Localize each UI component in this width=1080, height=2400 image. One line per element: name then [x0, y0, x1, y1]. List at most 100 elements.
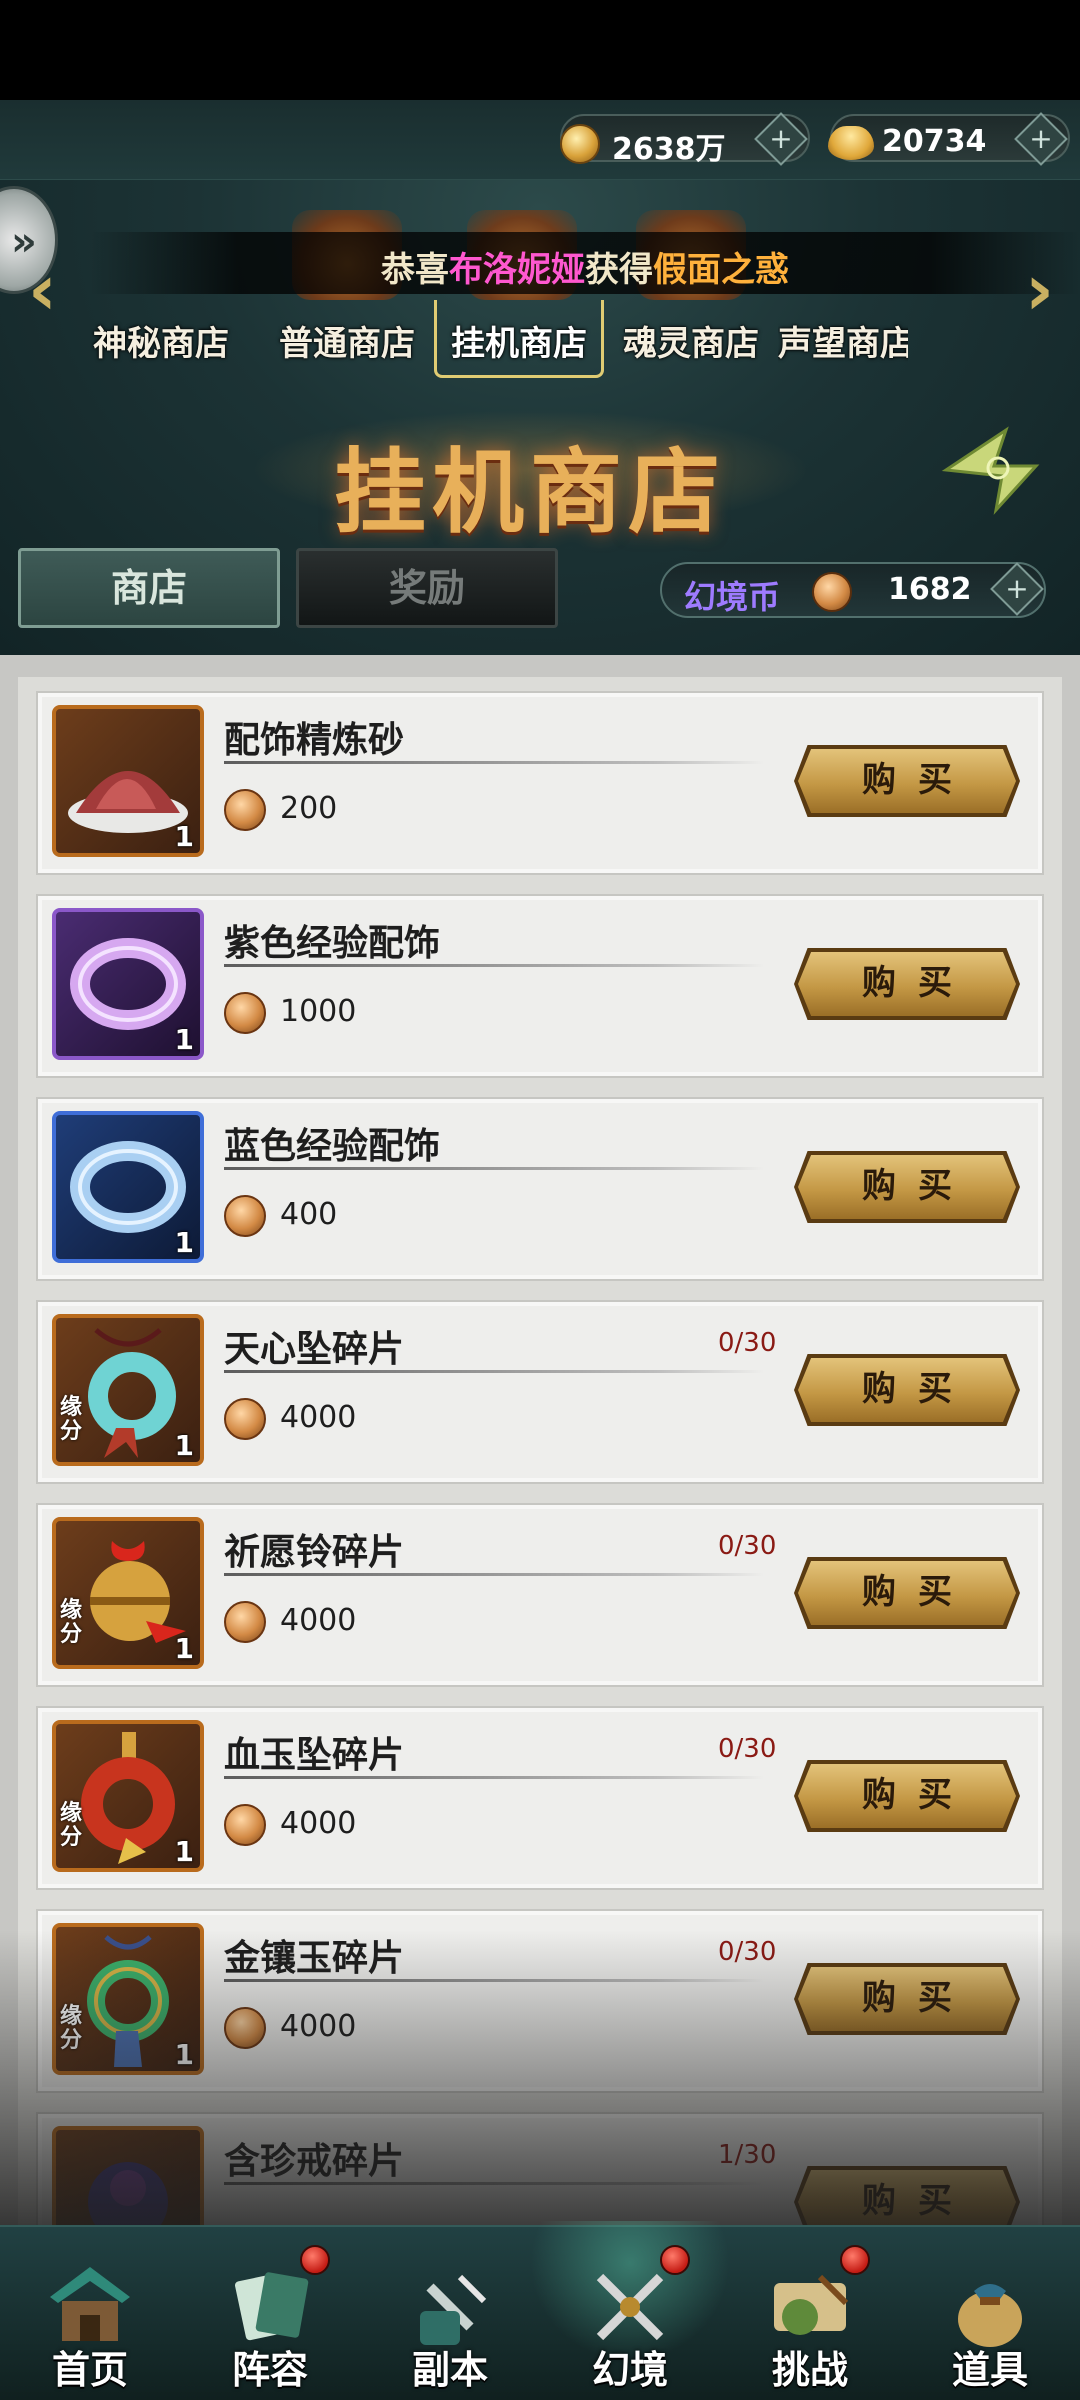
illusion-coin-icon	[224, 1804, 266, 1846]
item-icon-frame[interactable]: 1	[52, 908, 204, 1060]
purchase-limit: 0/30	[718, 1734, 777, 1764]
gold-display: 2638万 +	[560, 112, 810, 167]
next-shop-arrow-icon[interactable]: ›	[1025, 255, 1054, 325]
coin-icon	[560, 124, 600, 164]
shop-item-row: 缘分 1 祈愿铃碎片 0/30 4000 购买	[36, 1503, 1044, 1687]
prev-shop-arrow-icon[interactable]: ‹	[28, 255, 57, 325]
item-quantity: 1	[174, 820, 194, 853]
announcement-text: 恭喜布洛妮娅获得假面之惑	[381, 250, 789, 290]
item-quantity: 1	[174, 1429, 194, 1462]
nav-label: 首页	[51, 2348, 128, 2392]
shop-item-row: 1 蓝色经验配饰 400 购买	[36, 1097, 1044, 1281]
shop-tab-label: 神秘商店	[93, 324, 229, 364]
buy-button[interactable]: 购买	[798, 1764, 1016, 1828]
shop-tab-label: 普通商店	[279, 324, 415, 364]
item-name: 祈愿铃碎片	[224, 1532, 405, 1573]
item-name: 血玉坠碎片	[224, 1735, 405, 1776]
currency-value: 1682	[888, 572, 972, 607]
nav-label: 挑战	[771, 2348, 848, 2392]
divider	[224, 1167, 764, 1170]
bottom-nav: 首页 阵容 副本 幻境 挑战 道具	[0, 2221, 1080, 2400]
item-price: 4000	[280, 1603, 357, 1638]
divider	[224, 1370, 764, 1373]
list-fade-overlay	[0, 1930, 1080, 2225]
shop-tab-4[interactable]: 声望商店	[778, 300, 908, 380]
shop-item-row: 缘分 1 血玉坠碎片 0/30 4000 购买	[36, 1706, 1044, 1890]
add-ingot-button[interactable]: +	[1014, 112, 1068, 166]
item-icon-frame[interactable]: 缘分 1	[52, 1314, 204, 1466]
buy-button[interactable]: 购买	[798, 1155, 1016, 1219]
nav-item-3[interactable]: 幻境	[530, 2221, 730, 2400]
ingot-display: 20734 +	[828, 112, 1070, 166]
divider	[224, 761, 764, 764]
tab-store[interactable]: 商店	[18, 548, 280, 628]
shop-tab-3[interactable]: 魂灵商店	[606, 210, 776, 380]
add-currency-button[interactable]: +	[990, 562, 1044, 616]
item-fate-tag: 缘分	[60, 1598, 83, 1647]
nav-item-0[interactable]: 首页	[0, 2227, 180, 2400]
nav-label: 阵容	[231, 2348, 308, 2392]
status-bar	[0, 0, 1080, 100]
item-icon-frame[interactable]: 缘分 1	[52, 1517, 204, 1669]
nav-item-5[interactable]: 道具	[900, 2227, 1080, 2400]
illusion-coin-icon	[812, 572, 852, 612]
notification-badge	[840, 2245, 870, 2275]
shop-item-row: 缘分 1 天心坠碎片 0/30 4000 购买	[36, 1300, 1044, 1484]
purchase-limit: 0/30	[718, 1531, 777, 1561]
nav-item-1[interactable]: 阵容	[180, 2227, 360, 2400]
divider	[224, 1776, 764, 1779]
item-name: 天心坠碎片	[224, 1329, 405, 1370]
item-price: 400	[280, 1197, 338, 1232]
shop-tab-label: 声望商店	[778, 324, 908, 364]
illusion-coin-icon	[224, 1195, 266, 1237]
shop-item-row: 1 配饰精炼砂 200 购买	[36, 691, 1044, 875]
shop-item-row: 1 紫色经验配饰 1000 购买	[36, 894, 1044, 1078]
illusion-coin-icon	[224, 789, 266, 831]
nav-label: 道具	[951, 2348, 1028, 2392]
shop-tab-label: 魂灵商店	[623, 324, 759, 364]
item-price: 4000	[280, 1806, 357, 1841]
item-quantity: 1	[174, 1226, 194, 1259]
item-icon-frame[interactable]: 1	[52, 1111, 204, 1263]
nav-item-2[interactable]: 副本	[360, 2227, 540, 2400]
tab-reward[interactable]: 奖励	[296, 548, 558, 628]
illusion-currency-display: 幻境币 1682 +	[660, 562, 1046, 618]
notification-badge	[300, 2245, 330, 2275]
item-price: 4000	[280, 1400, 357, 1435]
announcement-player: 布洛妮娅	[449, 250, 585, 290]
buy-button[interactable]: 购买	[798, 952, 1016, 1016]
illusion-emblem-icon[interactable]	[936, 420, 1046, 520]
item-name: 蓝色经验配饰	[224, 1126, 441, 1167]
resource-bar: 2638万 + 20734 +	[0, 100, 1080, 180]
item-icon-frame[interactable]: 1	[52, 705, 204, 857]
ingot-value: 20734	[882, 124, 987, 159]
shop-tab-0[interactable]: 神秘商店	[90, 300, 260, 380]
item-quantity: 1	[174, 1835, 194, 1868]
page-title-banner: 挂机商店	[250, 400, 810, 546]
shop-tab-label: 挂机商店	[451, 324, 587, 364]
divider	[224, 1573, 764, 1576]
nav-label: 幻境	[591, 2348, 668, 2392]
item-quantity: 1	[174, 1023, 194, 1056]
gold-value: 2638万	[612, 132, 726, 167]
currency-label: 幻境币	[684, 578, 781, 616]
page-title: 挂机商店	[333, 438, 726, 546]
add-gold-button[interactable]: +	[754, 112, 808, 166]
buy-button[interactable]: 购买	[798, 1358, 1016, 1422]
shop-tab-2[interactable]: 挂机商店	[434, 210, 604, 378]
nav-label: 副本	[411, 2348, 488, 2392]
illusion-coin-icon	[224, 992, 266, 1034]
buy-button[interactable]: 购买	[798, 1561, 1016, 1625]
item-price: 200	[280, 791, 338, 826]
nav-item-4[interactable]: 挑战	[720, 2227, 900, 2400]
item-name: 配饰精炼砂	[224, 720, 405, 761]
notification-badge	[660, 2245, 690, 2275]
item-icon-frame[interactable]: 缘分 1	[52, 1720, 204, 1872]
ingot-icon	[828, 126, 874, 160]
buy-button[interactable]: 购买	[798, 749, 1016, 813]
divider	[224, 964, 764, 967]
item-name: 紫色经验配饰	[224, 923, 441, 964]
item-fate-tag: 缘分	[60, 1801, 83, 1850]
announcement-item: 假面之惑	[653, 250, 789, 290]
shop-tab-1[interactable]: 普通商店	[262, 210, 432, 380]
